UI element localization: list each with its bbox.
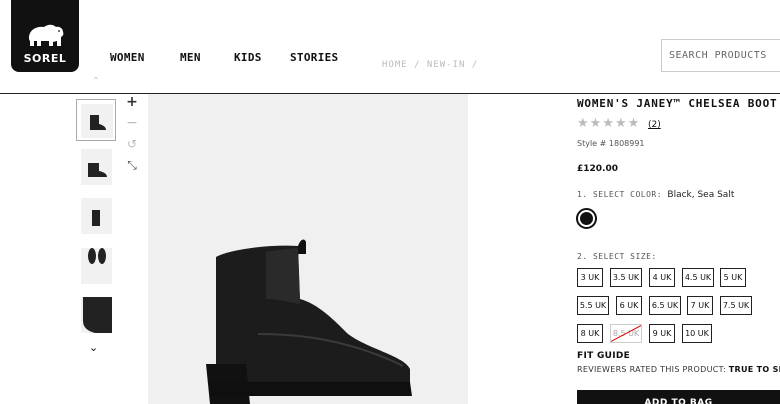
fit-rating-value: TRUE TO SIZE <box>728 365 780 374</box>
zoom-out-icon[interactable]: − <box>126 116 138 130</box>
add-to-bag-button[interactable]: ADD TO BAG <box>577 390 780 404</box>
boot-thumbnail-icon <box>81 104 113 138</box>
size-option[interactable]: 4.5 UK <box>682 268 714 287</box>
color-swatch-black[interactable] <box>576 208 597 229</box>
size-option[interactable]: 5 UK <box>720 268 746 287</box>
color-label: 1. SELECT COLOR: Black, Sea Salt <box>577 190 734 200</box>
boot-thumbnail-icon <box>92 210 100 226</box>
expand-icon[interactable]: ⤡ <box>126 158 138 172</box>
swatch-fill <box>580 212 593 225</box>
boot-thumbnail-icon <box>88 248 106 264</box>
fit-rating-label: REVIEWERS RATED THIS PRODUCT: <box>577 365 726 374</box>
search-input[interactable]: SEARCH PRODUCTS <box>661 39 780 72</box>
logo-wordmark: SOREL <box>23 52 67 65</box>
nav-men[interactable]: MEN <box>180 51 201 64</box>
size-option[interactable]: 7 UK <box>687 296 713 315</box>
review-count-link[interactable]: (2) <box>648 120 661 130</box>
thumbnail-boot-detail[interactable] <box>81 297 112 333</box>
size-option[interactable]: 10 UK <box>682 324 712 343</box>
size-option[interactable]: 4 UK <box>649 268 675 287</box>
size-label: 2. SELECT SIZE: <box>577 252 657 261</box>
chevron-up-icon[interactable]: ⌃ <box>88 76 104 88</box>
thumbnail-boot-front[interactable] <box>81 198 112 234</box>
zoom-in-icon[interactable]: + <box>126 95 138 109</box>
boot-thumbnail-icon <box>83 297 112 333</box>
style-number: Style # 1808991 <box>577 139 645 148</box>
fit-rating: REVIEWERS RATED THIS PRODUCT: TRUE TO SI… <box>577 365 780 374</box>
boot-thumbnail-icon <box>88 163 107 177</box>
size-option[interactable]: 8 UK <box>577 324 603 343</box>
nav-women[interactable]: WOMEN <box>110 51 145 64</box>
product-title: WOMEN'S JANEY™ CHELSEA BOOT <box>577 97 778 110</box>
product-main-image[interactable] <box>148 94 468 404</box>
thumbnail-boot-angle[interactable] <box>81 149 112 185</box>
fit-guide-link[interactable]: FIT GUIDE <box>577 351 630 361</box>
rotate-icon[interactable]: ↺ <box>126 137 138 151</box>
polar-bear-icon <box>29 24 64 46</box>
nav-stories[interactable]: STORIES <box>290 51 338 64</box>
thumbnail-boot-top[interactable] <box>81 248 112 284</box>
size-option[interactable]: 7.5 UK <box>720 296 752 315</box>
chevron-down-icon[interactable]: ⌄ <box>89 341 98 354</box>
color-value: Black, Sea Salt <box>667 190 735 200</box>
rating-stars[interactable]: ★★★★★ <box>577 116 640 131</box>
size-option[interactable]: 6 UK <box>616 296 642 315</box>
size-option[interactable]: 6.5 UK <box>649 296 681 315</box>
nav-kids[interactable]: KIDS <box>234 51 262 64</box>
size-option[interactable]: 9 UK <box>649 324 675 343</box>
size-option[interactable]: 3 UK <box>577 268 603 287</box>
color-label-text: 1. SELECT COLOR: <box>577 190 663 199</box>
size-option[interactable]: 3.5 UK <box>610 268 642 287</box>
thumbnail-boot-side[interactable] <box>76 99 116 141</box>
size-option-unavailable: 8.5 UK <box>610 324 642 343</box>
product-price: £120.00 <box>577 164 618 174</box>
chelsea-boot-image <box>206 239 412 404</box>
sorel-logo[interactable]: SOREL <box>11 0 79 72</box>
size-option[interactable]: 5.5 UK <box>577 296 609 315</box>
breadcrumb[interactable]: HOME / NEW-IN / <box>382 60 478 70</box>
